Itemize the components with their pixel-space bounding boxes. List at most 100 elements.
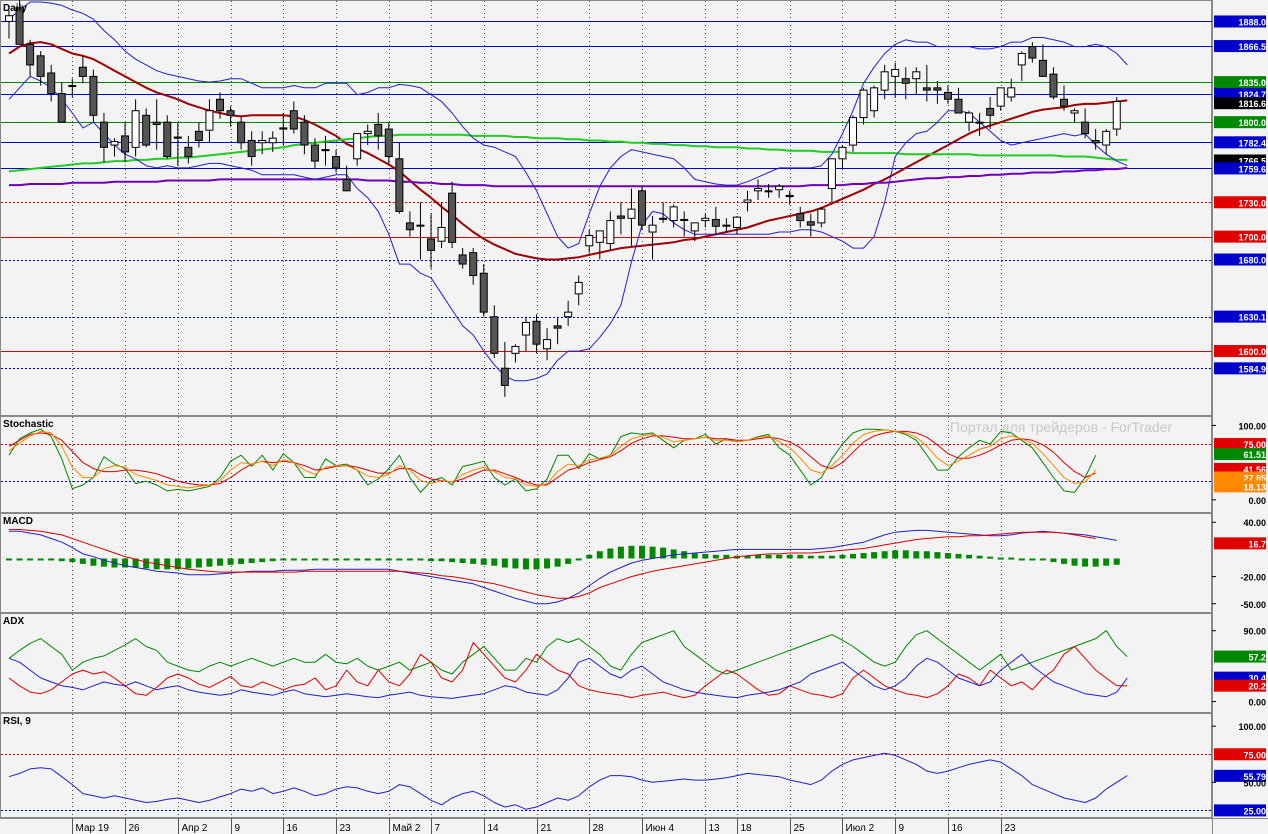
candle-body bbox=[427, 238, 435, 251]
date-tick-label: 26 bbox=[129, 823, 141, 834]
macd-histogram-bar bbox=[1092, 558, 1099, 567]
candle-body bbox=[416, 224, 425, 227]
axis-label: 1630.1 bbox=[1238, 313, 1266, 323]
candle-body bbox=[237, 121, 246, 144]
date-tick-label: 14 bbox=[488, 823, 500, 834]
candle-body bbox=[996, 87, 1005, 107]
candle-body bbox=[47, 72, 56, 95]
macd-histogram-bar bbox=[238, 558, 245, 564]
candle-body bbox=[933, 87, 942, 91]
macd-histogram-bar bbox=[195, 558, 202, 568]
candle-body bbox=[121, 135, 130, 153]
candle-body bbox=[216, 98, 224, 112]
macd-histogram-bar bbox=[217, 558, 223, 566]
macd-histogram-bar bbox=[406, 558, 413, 561]
candle-body bbox=[247, 139, 256, 158]
candle-body bbox=[849, 117, 857, 146]
candle-body bbox=[532, 320, 541, 345]
macd-histogram-bar bbox=[69, 558, 76, 563]
candle-body bbox=[163, 121, 172, 157]
macd-histogram-bar bbox=[544, 558, 551, 569]
macd-histogram-bar bbox=[617, 546, 624, 559]
axis-label: 57.2 bbox=[1248, 653, 1266, 663]
macd-histogram-bar bbox=[290, 558, 297, 561]
candle-body bbox=[986, 107, 995, 116]
macd-histogram-bar bbox=[575, 558, 582, 561]
macd-histogram-bar bbox=[227, 558, 234, 565]
candle-body bbox=[690, 222, 699, 232]
axis-label: 1888.0 bbox=[1238, 17, 1266, 27]
macd-histogram-bar bbox=[765, 554, 772, 559]
axis-label: 20.2 bbox=[1248, 682, 1266, 692]
macd-histogram-bar bbox=[892, 550, 899, 559]
macd-histogram-bar bbox=[311, 558, 318, 561]
candle-body bbox=[353, 133, 362, 160]
candle-body bbox=[1102, 130, 1111, 146]
candle-body bbox=[152, 121, 161, 125]
candle-body bbox=[1049, 73, 1058, 98]
axis-label: -20.00 bbox=[1240, 573, 1266, 583]
candle-body bbox=[363, 130, 372, 135]
macd-histogram-bar bbox=[586, 554, 593, 559]
macd-histogram-bar bbox=[712, 554, 719, 559]
date-tick-label: 16 bbox=[287, 823, 299, 834]
candle-body bbox=[796, 213, 805, 222]
candle-body bbox=[310, 144, 319, 162]
candle-body bbox=[1017, 53, 1026, 66]
macd-histogram-bar bbox=[596, 551, 603, 559]
macd-histogram-bar bbox=[807, 555, 814, 559]
candle-body bbox=[585, 234, 594, 247]
macd-histogram-bar bbox=[1008, 557, 1015, 560]
date-tick-label: Июл 2 bbox=[846, 823, 875, 834]
candle-body bbox=[722, 224, 731, 227]
candle-body bbox=[469, 252, 478, 277]
macd-histogram-bar bbox=[449, 558, 456, 563]
macd-histogram-bar bbox=[681, 551, 688, 559]
candle-body bbox=[775, 185, 784, 191]
axis-label: 1866.5 bbox=[1238, 42, 1266, 52]
candle-body bbox=[574, 281, 583, 295]
axis-label: 1835.0 bbox=[1238, 78, 1266, 88]
candle-body bbox=[1028, 46, 1037, 59]
candle-body bbox=[870, 87, 879, 112]
macd-histogram-bar bbox=[354, 558, 361, 561]
panel-title-stochastic: Stochastic bbox=[3, 419, 54, 430]
date-tick-label: 9 bbox=[899, 823, 905, 834]
macd-histogram-bar bbox=[6, 558, 12, 561]
candle-body bbox=[110, 141, 119, 146]
macd-histogram-bar bbox=[565, 558, 572, 564]
macd-histogram-bar bbox=[470, 558, 477, 564]
macd-histogram-bar bbox=[649, 546, 656, 559]
candle-body bbox=[268, 137, 277, 144]
axis-label: 1680.0 bbox=[1238, 256, 1266, 266]
candle-body bbox=[289, 110, 298, 130]
candle-body bbox=[99, 121, 108, 148]
macd-histogram-bar bbox=[955, 553, 962, 559]
candle-body bbox=[448, 192, 457, 243]
axis-label: 18.13 bbox=[1243, 482, 1266, 492]
candle-body bbox=[1081, 121, 1090, 135]
macd-histogram-bar bbox=[185, 558, 192, 569]
axis-label: 61.51 bbox=[1243, 450, 1266, 460]
macd-histogram-bar bbox=[428, 558, 434, 562]
candle-body bbox=[68, 85, 77, 88]
candle-body bbox=[817, 208, 826, 224]
axis-label: 1759.6 bbox=[1238, 164, 1266, 174]
candle-body bbox=[226, 110, 235, 116]
date-tick-label: Май 2 bbox=[393, 823, 421, 834]
macd-histogram-bar bbox=[206, 558, 213, 567]
macd-histogram-bar bbox=[1018, 558, 1025, 561]
macd-histogram-bar bbox=[1029, 558, 1036, 561]
date-tick-label: 28 bbox=[593, 823, 605, 834]
candle-body bbox=[300, 121, 309, 146]
candle-body bbox=[342, 178, 351, 192]
candle-body bbox=[564, 311, 573, 318]
macd-histogram-bar bbox=[396, 558, 403, 561]
axis-label: 25.00 bbox=[1243, 806, 1266, 816]
candle-body bbox=[194, 130, 203, 141]
macd-histogram-bar bbox=[1061, 558, 1067, 564]
candle-body bbox=[490, 316, 499, 354]
macd-histogram-bar bbox=[639, 545, 645, 559]
candle-body bbox=[1007, 87, 1016, 98]
candle-body bbox=[754, 188, 763, 192]
